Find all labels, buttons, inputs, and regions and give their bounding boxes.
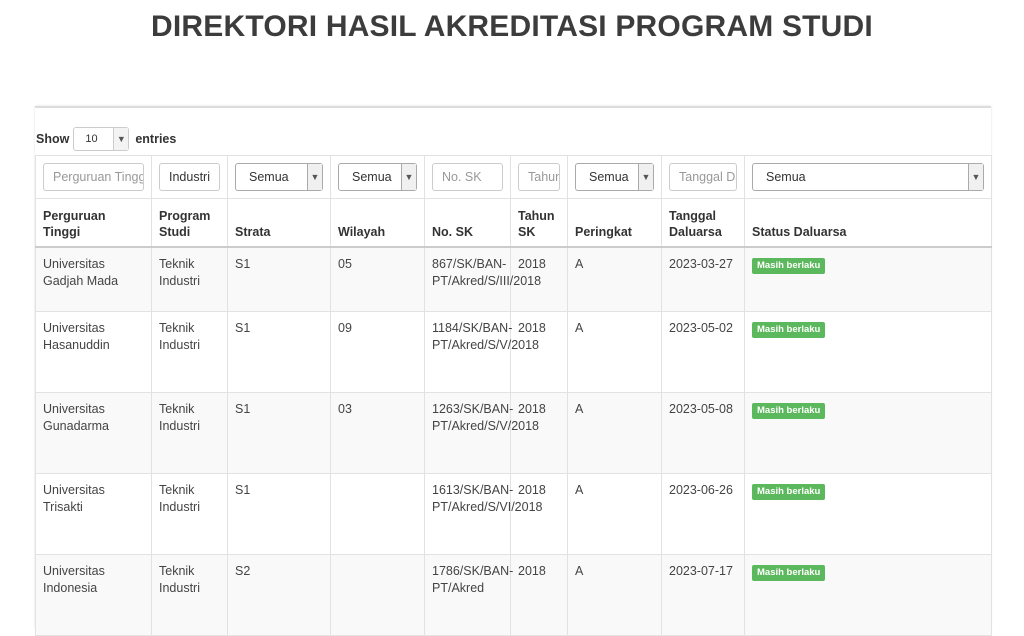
table-row: Universitas Trisakti Teknik Industri S1 … xyxy=(35,473,992,555)
cell-perguruan-tinggi: Universitas Gunadarma xyxy=(35,392,152,474)
status-badge: Masih berlaku xyxy=(752,257,826,274)
chevron-down-icon: ▼ xyxy=(968,164,983,190)
status-badge: Masih berlaku xyxy=(752,322,826,338)
status-badge: Masih berlaku xyxy=(752,565,826,581)
filter-wilayah-value: Semua xyxy=(352,170,392,184)
cell-tahun-sk: 2018 xyxy=(510,311,568,393)
table-row: Universitas Hasanuddin Teknik Industri S… xyxy=(35,311,992,393)
cell-program-studi: Teknik Industri xyxy=(151,392,228,474)
column-header-wilayah[interactable]: Wilayah xyxy=(330,198,425,248)
column-header-status-daluarsa[interactable]: Status Daluarsa xyxy=(744,198,992,248)
filter-no-sk-input[interactable]: No. SK xyxy=(432,163,503,191)
column-header-strata[interactable]: Strata xyxy=(227,198,331,248)
filter-program-studi-input[interactable]: Industri xyxy=(159,163,220,191)
cell-peringkat: A xyxy=(567,392,662,474)
filter-peringkat-select[interactable]: Semua ▼ xyxy=(575,163,654,191)
entries-select[interactable]: 10 ▼ xyxy=(73,127,130,151)
entries-value: 10 xyxy=(85,133,98,145)
entries-label: entries xyxy=(135,132,177,146)
cell-program-studi: Teknik Industri xyxy=(151,473,228,555)
chevron-down-icon: ▼ xyxy=(113,128,129,150)
cell-wilayah: 03 xyxy=(330,392,425,474)
accreditation-table: Perguruan Tinggi Industri Semua ▼ Semua ▼ … xyxy=(35,155,992,636)
column-header-tanggal-daluarsa[interactable]: Tanggal Daluarsa xyxy=(661,198,745,248)
filter-peringkat-value: Semua xyxy=(589,170,629,184)
chevron-down-icon: ▼ xyxy=(401,164,416,190)
cell-tanggal-daluarsa: 2023-07-17 xyxy=(661,554,745,636)
cell-strata: S1 xyxy=(227,311,331,393)
show-label: Show xyxy=(36,132,70,146)
column-header-tahun-sk[interactable]: Tahun SK xyxy=(510,198,568,248)
length-menu: Show 10 ▼ entries xyxy=(36,126,176,152)
cell-status-daluarsa: Masih berlaku xyxy=(744,473,992,555)
column-header-no-sk[interactable]: No. SK xyxy=(424,198,511,248)
cell-status-daluarsa: Masih berlaku xyxy=(744,246,992,312)
filter-perguruan-tinggi-input[interactable]: Perguruan Tinggi xyxy=(43,163,144,191)
cell-tanggal-daluarsa: 2023-06-26 xyxy=(661,473,745,555)
page-title: DIREKTORI HASIL AKREDITASI PROGRAM STUDI xyxy=(151,10,873,43)
filter-row: Perguruan Tinggi Industri Semua ▼ Semua ▼ … xyxy=(35,155,992,199)
cell-tahun-sk: 2018 xyxy=(510,473,568,555)
filter-strata-value: Semua xyxy=(249,170,289,184)
cell-program-studi: Teknik Industri xyxy=(151,246,228,312)
cell-status-daluarsa: Masih berlaku xyxy=(744,554,992,636)
cell-status-daluarsa: Masih berlaku xyxy=(744,392,992,474)
filter-status-value: Semua xyxy=(766,170,806,184)
cell-no-sk: 867/SK/BAN-PT/Akred/S/III/2018 xyxy=(424,246,541,312)
cell-tanggal-daluarsa: 2023-05-08 xyxy=(661,392,745,474)
cell-perguruan-tinggi: Universitas Gadjah Mada xyxy=(35,246,152,312)
cell-no-sk: 1613/SK/BAN-PT/Akred/S/VI/2018 xyxy=(424,473,542,555)
cell-wilayah xyxy=(330,473,425,555)
cell-peringkat: A xyxy=(567,473,662,555)
header-row: Perguruan Tinggi Program Studi Strata Wi… xyxy=(35,198,992,248)
cell-peringkat: A xyxy=(567,246,662,312)
table-row: Universitas Gunadarma Teknik Industri S1… xyxy=(35,392,992,474)
cell-wilayah xyxy=(330,554,425,636)
cell-wilayah: 05 xyxy=(330,246,425,312)
cell-strata: S1 xyxy=(227,473,331,555)
cell-no-sk: 1263/SK/BAN-PT/Akred/S/V/2018 xyxy=(424,392,539,474)
cell-tanggal-daluarsa: 2023-03-27 xyxy=(661,246,745,312)
cell-peringkat: A xyxy=(567,311,662,393)
filter-strata-select[interactable]: Semua ▼ xyxy=(235,163,323,191)
table-row: Universitas Indonesia Teknik Industri S2… xyxy=(35,554,992,636)
cell-perguruan-tinggi: Universitas Hasanuddin xyxy=(35,311,152,393)
cell-tahun-sk: 2018 xyxy=(510,554,568,636)
chevron-down-icon: ▼ xyxy=(307,164,322,190)
cell-tanggal-daluarsa: 2023-05-02 xyxy=(661,311,745,393)
column-header-program-studi[interactable]: Program Studi xyxy=(151,198,228,248)
cell-wilayah: 09 xyxy=(330,311,425,393)
column-header-perguruan-tinggi[interactable]: Perguruan Tinggi xyxy=(35,198,152,248)
cell-strata: S1 xyxy=(227,246,331,312)
filter-status-select[interactable]: Semua ▼ xyxy=(752,163,984,191)
filter-wilayah-select[interactable]: Semua ▼ xyxy=(338,163,417,191)
table-row: Universitas Gadjah Mada Teknik Industri … xyxy=(35,246,992,312)
status-badge: Masih berlaku xyxy=(752,403,826,419)
cell-program-studi: Teknik Industri xyxy=(151,554,228,636)
cell-tahun-sk: 2018 xyxy=(510,392,568,474)
cell-strata: S1 xyxy=(227,392,331,474)
filter-tanggal-input[interactable]: Tanggal Daluarsa xyxy=(669,163,737,191)
cell-program-studi: Teknik Industri xyxy=(151,311,228,393)
chevron-down-icon: ▼ xyxy=(638,164,653,190)
cell-peringkat: A xyxy=(567,554,662,636)
status-badge: Masih berlaku xyxy=(752,484,826,500)
column-header-peringkat[interactable]: Peringkat xyxy=(567,198,662,248)
cell-no-sk: 1786/SK/BAN-PT/Akred xyxy=(424,554,513,636)
filter-tahun-input[interactable]: Tahun xyxy=(518,163,560,191)
cell-strata: S2 xyxy=(227,554,331,636)
cell-status-daluarsa: Masih berlaku xyxy=(744,311,992,393)
cell-perguruan-tinggi: Universitas Trisakti xyxy=(35,473,152,555)
cell-perguruan-tinggi: Universitas Indonesia xyxy=(35,554,152,636)
cell-no-sk: 1184/SK/BAN-PT/Akred/S/V/2018 xyxy=(424,311,539,393)
